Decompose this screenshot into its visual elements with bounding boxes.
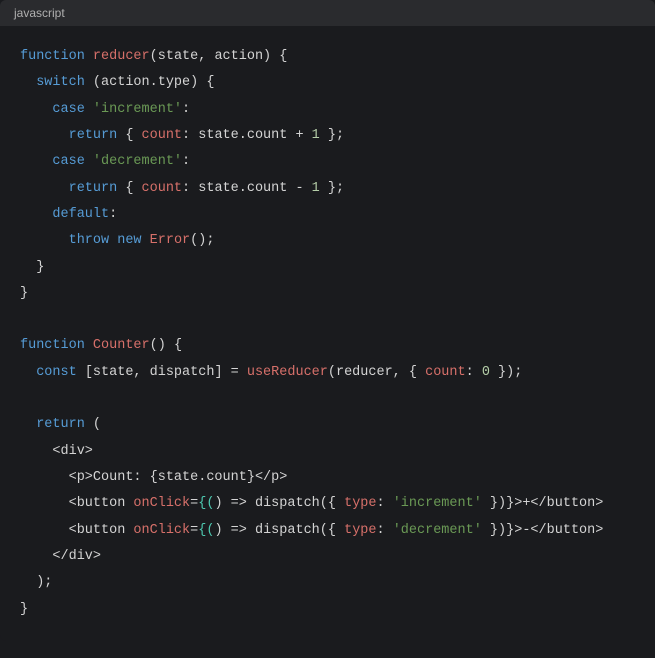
code-line: const [state, dispatch] = useReducer(red… [20,365,522,380]
code-line: case 'increment': [20,102,190,117]
code-line: <button onClick={() => dispatch({ type: … [20,496,603,511]
code-line: <button onClick={() => dispatch({ type: … [20,523,603,538]
code-line: throw new Error(); [20,233,214,248]
code-line: default: [20,207,117,222]
code-block: javascript function reducer(state, actio… [0,0,655,641]
code-line: <p>Count: {state.count}</p> [20,470,287,485]
code-line: case 'decrement': [20,154,190,169]
code-line: return ( [20,417,101,432]
code-line: return { count: state.count - 1 }; [20,181,344,196]
code-line: function reducer(state, action) { [20,49,287,64]
code-line: return { count: state.count + 1 }; [20,128,344,143]
code-line: } [20,602,28,617]
code-content[interactable]: function reducer(state, action) { switch… [0,26,655,641]
code-line: } [20,286,28,301]
code-line: ); [20,575,52,590]
code-line: <div> [20,444,93,459]
code-line: } [20,260,44,275]
code-language-label: javascript [0,0,655,26]
code-line: </div> [20,549,101,564]
code-line: switch (action.type) { [20,75,214,90]
code-line: function Counter() { [20,338,182,353]
